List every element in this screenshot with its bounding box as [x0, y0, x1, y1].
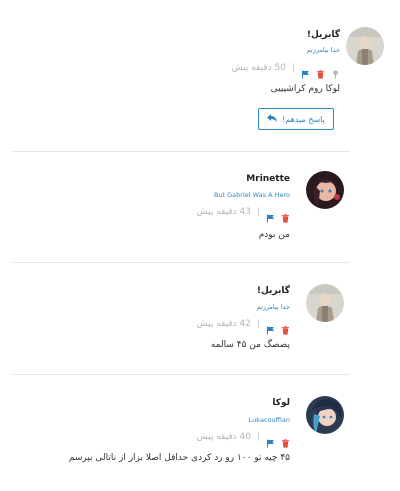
comment-divider: [12, 262, 350, 263]
reply-button[interactable]: پاسخ میدهم!: [258, 108, 334, 130]
trash-icon[interactable]: [281, 433, 290, 448]
meta-separator: |: [256, 432, 260, 442]
comment-meta: 50 دقیقه پیش |: [231, 62, 340, 79]
comment-divider: [12, 151, 350, 152]
flag-icon[interactable]: [266, 208, 275, 222]
comment-text: من بودم: [258, 230, 290, 240]
avatar[interactable]: [346, 27, 384, 65]
comment-author-subtitle: But Gabriel Was A Hero: [213, 191, 290, 199]
comment-author[interactable]: گابریل!: [257, 286, 290, 296]
flag-icon[interactable]: [301, 64, 310, 78]
comment-author-subtitle: خدا بیامرزتم: [306, 46, 340, 54]
comment-author[interactable]: Mrinette: [246, 174, 290, 184]
comment-author-subtitle: خدا بیامرزتم: [256, 303, 290, 311]
comment-text: ۴۵ چیه تو ۱۰۰ رو رد کردی حداقل اصلا بزار…: [68, 453, 290, 463]
meta-separator: |: [256, 207, 260, 217]
comment-time: 42 دقیقه پیش: [196, 319, 251, 329]
comment-author[interactable]: گابریل!: [307, 30, 340, 40]
avatar[interactable]: [306, 171, 344, 209]
trash-icon[interactable]: [281, 208, 290, 223]
trash-icon[interactable]: [281, 320, 290, 335]
trash-icon[interactable]: [316, 64, 325, 79]
meta-separator: |: [256, 319, 260, 329]
avatar[interactable]: [306, 396, 344, 434]
comment-text: لوکا روم کراشیییی: [270, 84, 340, 94]
reply-button-label: پاسخ میدهم!: [282, 114, 325, 124]
comment-meta: 42 دقیقه پیش |: [196, 318, 290, 335]
avatar[interactable]: [306, 284, 344, 322]
comment-author-subtitle: Lukacouffian: [248, 416, 290, 424]
comment-time: 43 دقیقه پیش: [196, 207, 251, 217]
meta-separator: |: [291, 63, 295, 73]
pin-icon[interactable]: [331, 64, 340, 79]
comment-time: 40 دقیقه پیش: [196, 432, 251, 442]
flag-icon[interactable]: [266, 320, 275, 334]
comment-author[interactable]: لوکا: [272, 398, 290, 408]
comment-text: پصصگ من ۴۵ سالمه: [210, 340, 290, 350]
flag-icon[interactable]: [266, 433, 275, 447]
comment-divider: [12, 374, 350, 375]
comment-time: 50 دقیقه پیش: [231, 63, 286, 73]
comment-meta: 40 دقیقه پیش |: [196, 431, 290, 448]
reply-icon: [267, 114, 278, 124]
comment-meta: 43 دقیقه پیش |: [196, 206, 290, 223]
